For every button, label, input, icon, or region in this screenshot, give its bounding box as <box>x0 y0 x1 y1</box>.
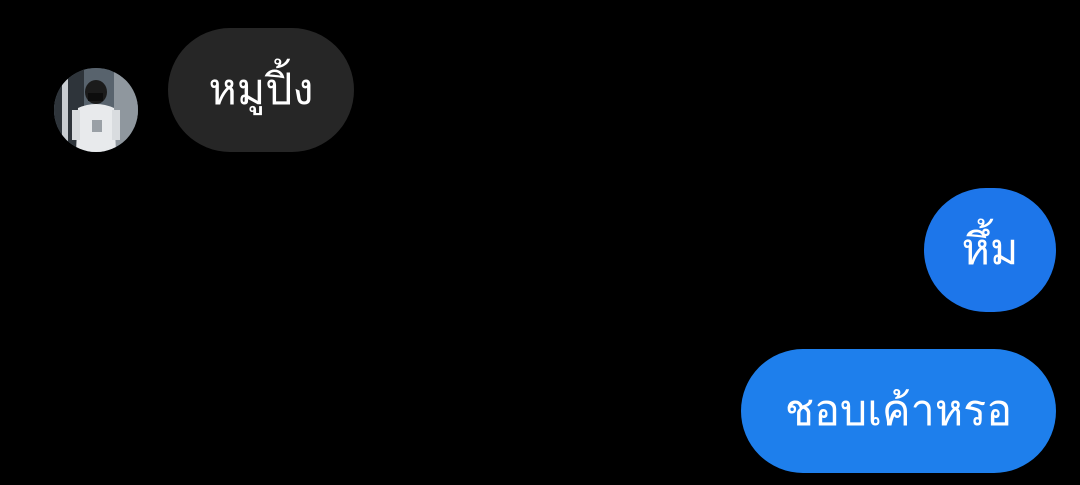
message-bubble-outgoing[interactable]: ชอบเค้าหรอ <box>741 349 1056 473</box>
avatar-photo-icon <box>54 68 138 152</box>
message-text: ชอบเค้าหรอ <box>784 386 1013 436</box>
contact-avatar[interactable] <box>54 68 138 152</box>
message-text: หมูปิ้ง <box>208 65 314 115</box>
message-bubble-outgoing[interactable]: หึ้ม <box>924 188 1056 312</box>
message-bubble-incoming[interactable]: หมูปิ้ง <box>168 28 354 152</box>
message-text: หึ้ม <box>961 225 1019 275</box>
